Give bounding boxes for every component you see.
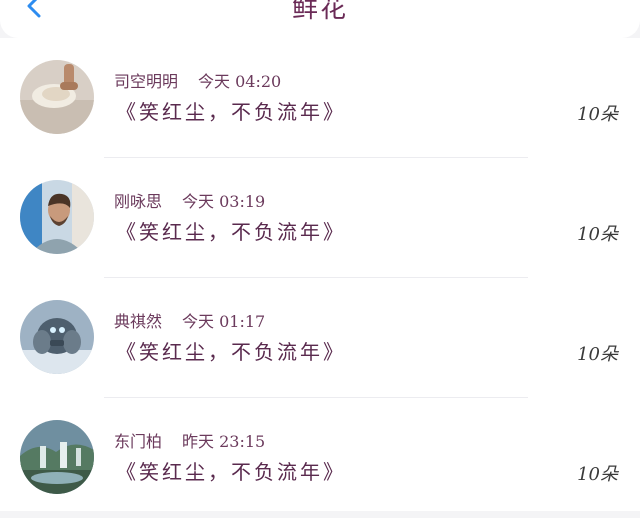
item-meta: 刚咏思 今天 03:19 bbox=[114, 188, 265, 212]
top-bar: 鲜花 bbox=[0, 0, 640, 38]
gift-message: 《笑红尘，不负流年》 bbox=[116, 460, 346, 484]
gift-message: 《笑红尘，不负流年》 bbox=[116, 220, 346, 244]
list-item[interactable]: 东门柏 昨天 23:15 《笑红尘，不负流年》 10朵 bbox=[0, 398, 640, 518]
timestamp: 今天 04:20 bbox=[198, 72, 282, 91]
item-meta: 典祺然 今天 01:17 bbox=[114, 308, 265, 332]
item-meta: 东门柏 昨天 23:15 bbox=[114, 428, 265, 452]
flower-count: 10朵 bbox=[577, 464, 618, 485]
flower-count: 10朵 bbox=[577, 344, 618, 365]
flower-count: 10朵 bbox=[577, 224, 618, 245]
avatar[interactable] bbox=[20, 60, 94, 134]
list-item[interactable]: 司空明明 今天 04:20 《笑红尘，不负流年》 10朵 bbox=[0, 38, 640, 158]
timestamp: 今天 01:17 bbox=[182, 312, 266, 331]
list-item[interactable]: 典祺然 今天 01:17 《笑红尘，不负流年》 10朵 bbox=[0, 278, 640, 398]
sender-name: 刚咏思 bbox=[114, 192, 163, 211]
avatar[interactable] bbox=[20, 300, 94, 374]
list-item[interactable]: 刚咏思 今天 03:19 《笑红尘，不负流年》 10朵 bbox=[0, 158, 640, 278]
flower-gift-list: 司空明明 今天 04:20 《笑红尘，不负流年》 10朵 刚咏思 今天 03:19 … bbox=[0, 38, 640, 511]
sender-name: 司空明明 bbox=[114, 72, 179, 91]
gift-message: 《笑红尘，不负流年》 bbox=[116, 340, 346, 364]
sender-name: 典祺然 bbox=[114, 312, 163, 331]
timestamp: 昨天 23:15 bbox=[182, 432, 266, 451]
timestamp: 今天 03:19 bbox=[182, 192, 266, 211]
flower-count: 10朵 bbox=[577, 104, 618, 125]
avatar[interactable] bbox=[20, 180, 94, 254]
item-meta: 司空明明 今天 04:20 bbox=[114, 68, 281, 92]
page-title: 鲜花 bbox=[291, 0, 348, 24]
gift-message: 《笑红尘，不负流年》 bbox=[116, 100, 346, 124]
sender-name: 东门柏 bbox=[114, 432, 163, 451]
avatar[interactable] bbox=[20, 420, 94, 494]
